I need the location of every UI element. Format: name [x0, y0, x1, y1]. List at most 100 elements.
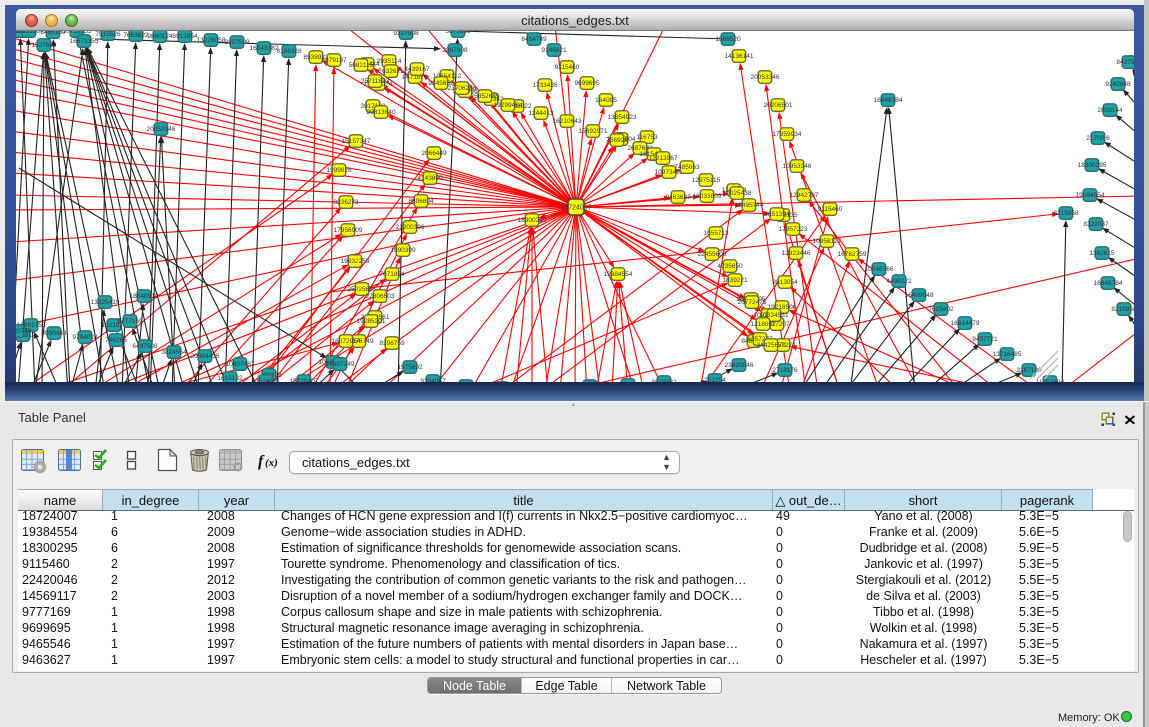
svg-text:9146821: 9146821	[541, 47, 567, 54]
svg-text:7671884: 7671884	[379, 271, 405, 278]
svg-text:12213967: 12213967	[649, 155, 678, 162]
svg-text:4143890: 4143890	[417, 175, 443, 182]
svg-text:10046766: 10046766	[865, 266, 894, 273]
svg-text:16210643: 16210643	[553, 118, 582, 125]
svg-text:18300295: 18300295	[518, 217, 547, 224]
svg-text:9115460: 9115460	[555, 64, 580, 71]
svg-text:19299464: 19299464	[494, 102, 523, 109]
svg-text:9115460: 9115460	[818, 206, 843, 213]
svg-text:16543382: 16543382	[250, 45, 279, 52]
svg-text:17359934: 17359934	[773, 131, 802, 138]
svg-text:20813640: 20813640	[367, 109, 396, 116]
svg-text:1999828: 1999828	[326, 167, 352, 174]
svg-text:1218062: 1218062	[750, 321, 776, 328]
svg-text:16033809: 16033809	[693, 193, 722, 200]
svg-text:8427552: 8427552	[1116, 59, 1134, 66]
svg-text:6497508: 6497508	[132, 343, 158, 350]
svg-text:15692971: 15692971	[579, 128, 608, 135]
svg-text:13524861: 13524861	[252, 378, 281, 382]
svg-text:13226058: 13226058	[197, 37, 226, 44]
svg-text:1055713: 1055713	[703, 230, 729, 237]
svg-text:4735650: 4735650	[717, 263, 743, 270]
svg-text:18300295: 18300295	[1078, 162, 1107, 169]
svg-text:3875685: 3875685	[445, 31, 471, 35]
svg-text:10953346: 10953346	[783, 163, 812, 170]
svg-text:18907249: 18907249	[326, 361, 355, 368]
svg-text:2718176: 2718176	[772, 367, 798, 374]
svg-text:9242848: 9242848	[1105, 81, 1131, 88]
svg-text:15720407: 15720407	[290, 378, 319, 382]
svg-text:9860124: 9860124	[147, 33, 173, 40]
svg-text:21200396: 21200396	[396, 224, 425, 231]
svg-text:20053346: 20053346	[147, 126, 176, 133]
svg-text:9327508: 9327508	[393, 31, 419, 37]
svg-text:15157347: 15157347	[342, 138, 371, 145]
svg-text:13495744: 13495744	[735, 202, 764, 209]
svg-text:16072954: 16072954	[332, 338, 361, 345]
svg-text:746266: 746266	[105, 337, 127, 344]
svg-text:8215958: 8215958	[1053, 210, 1079, 217]
svg-text:1588520: 1588520	[715, 36, 741, 43]
svg-text:23420046: 23420046	[725, 362, 754, 369]
svg-text:1890399: 1890399	[390, 247, 416, 254]
svg-text:5682115: 5682115	[349, 62, 374, 69]
svg-text:19384554: 19384554	[604, 271, 633, 278]
svg-text:8912954: 8912954	[172, 33, 198, 40]
svg-text:19285201: 19285201	[357, 318, 386, 325]
svg-text:164095: 164095	[595, 97, 617, 104]
svg-text:9327509: 9327509	[224, 39, 250, 46]
svg-text:24425670: 24425670	[757, 342, 786, 349]
svg-text:18640910: 18640910	[130, 293, 159, 300]
svg-text:9457721: 9457721	[972, 336, 998, 343]
svg-text:23706266: 23706266	[448, 85, 477, 92]
svg-text:13325419: 13325419	[91, 299, 120, 306]
svg-text:8990448: 8990448	[41, 330, 67, 337]
svg-text:3824554: 3824554	[161, 349, 187, 356]
svg-text:22806503: 22806503	[366, 293, 395, 300]
svg-text:20364436: 20364436	[191, 353, 220, 360]
svg-text:1527602: 1527602	[31, 42, 57, 49]
svg-text:1362615: 1362615	[1089, 250, 1115, 257]
svg-text:16914479: 16914479	[951, 320, 980, 327]
svg-text:9777169: 9777169	[117, 318, 143, 325]
svg-text:16671355: 16671355	[70, 38, 99, 45]
svg-text:2066449: 2066449	[421, 150, 447, 157]
svg-text:7485063: 7485063	[674, 164, 700, 171]
svg-text:20053346: 20053346	[751, 74, 780, 81]
svg-text:25852685: 25852685	[471, 93, 500, 100]
svg-text:9384067: 9384067	[420, 378, 446, 382]
svg-text:10958127: 10958127	[813, 238, 842, 245]
svg-text:252254: 252254	[704, 377, 726, 382]
svg-text:8336273: 8336273	[333, 199, 359, 206]
svg-text:8454749: 8454749	[521, 36, 547, 43]
svg-text:16648784: 16648784	[874, 97, 903, 104]
svg-text:9699695: 9699695	[574, 80, 600, 87]
svg-text:13654923: 13654923	[608, 114, 637, 121]
svg-text:4439167: 4439167	[404, 66, 430, 73]
svg-text:17956909: 17956909	[334, 227, 363, 234]
svg-text:9794028: 9794028	[72, 334, 98, 341]
svg-text:4498222: 4498222	[886, 278, 912, 285]
svg-text:20206501: 20206501	[764, 102, 793, 109]
svg-text:9463627: 9463627	[665, 194, 691, 201]
svg-text:16409948: 16409948	[905, 292, 934, 299]
svg-text:20772475: 20772475	[738, 299, 767, 306]
svg-text:9851394: 9851394	[764, 211, 790, 218]
svg-text:8678332: 8678332	[651, 379, 677, 382]
svg-text:16782759: 16782759	[838, 251, 867, 258]
svg-text:12923446: 12923446	[782, 250, 811, 257]
svg-text:19384554: 19384554	[1076, 192, 1105, 199]
svg-text:7632621: 7632621	[378, 68, 404, 75]
svg-text:1733426: 1733426	[532, 82, 558, 89]
svg-text:8806804: 8806804	[408, 198, 434, 205]
svg-text:(x): (x)	[265, 457, 278, 469]
svg-text:10807487: 10807487	[226, 361, 255, 368]
svg-text:25025631: 25025631	[348, 286, 377, 293]
svg-text:18724007: 18724007	[560, 205, 591, 212]
svg-text:8215958: 8215958	[1111, 306, 1134, 313]
svg-text:1244413: 1244413	[528, 110, 554, 117]
svg-text:25711873: 25711873	[361, 78, 390, 85]
svg-text:116753: 116753	[636, 134, 658, 141]
svg-text:1975692: 1975692	[397, 364, 423, 371]
svg-text:7515526: 7515526	[95, 31, 121, 38]
